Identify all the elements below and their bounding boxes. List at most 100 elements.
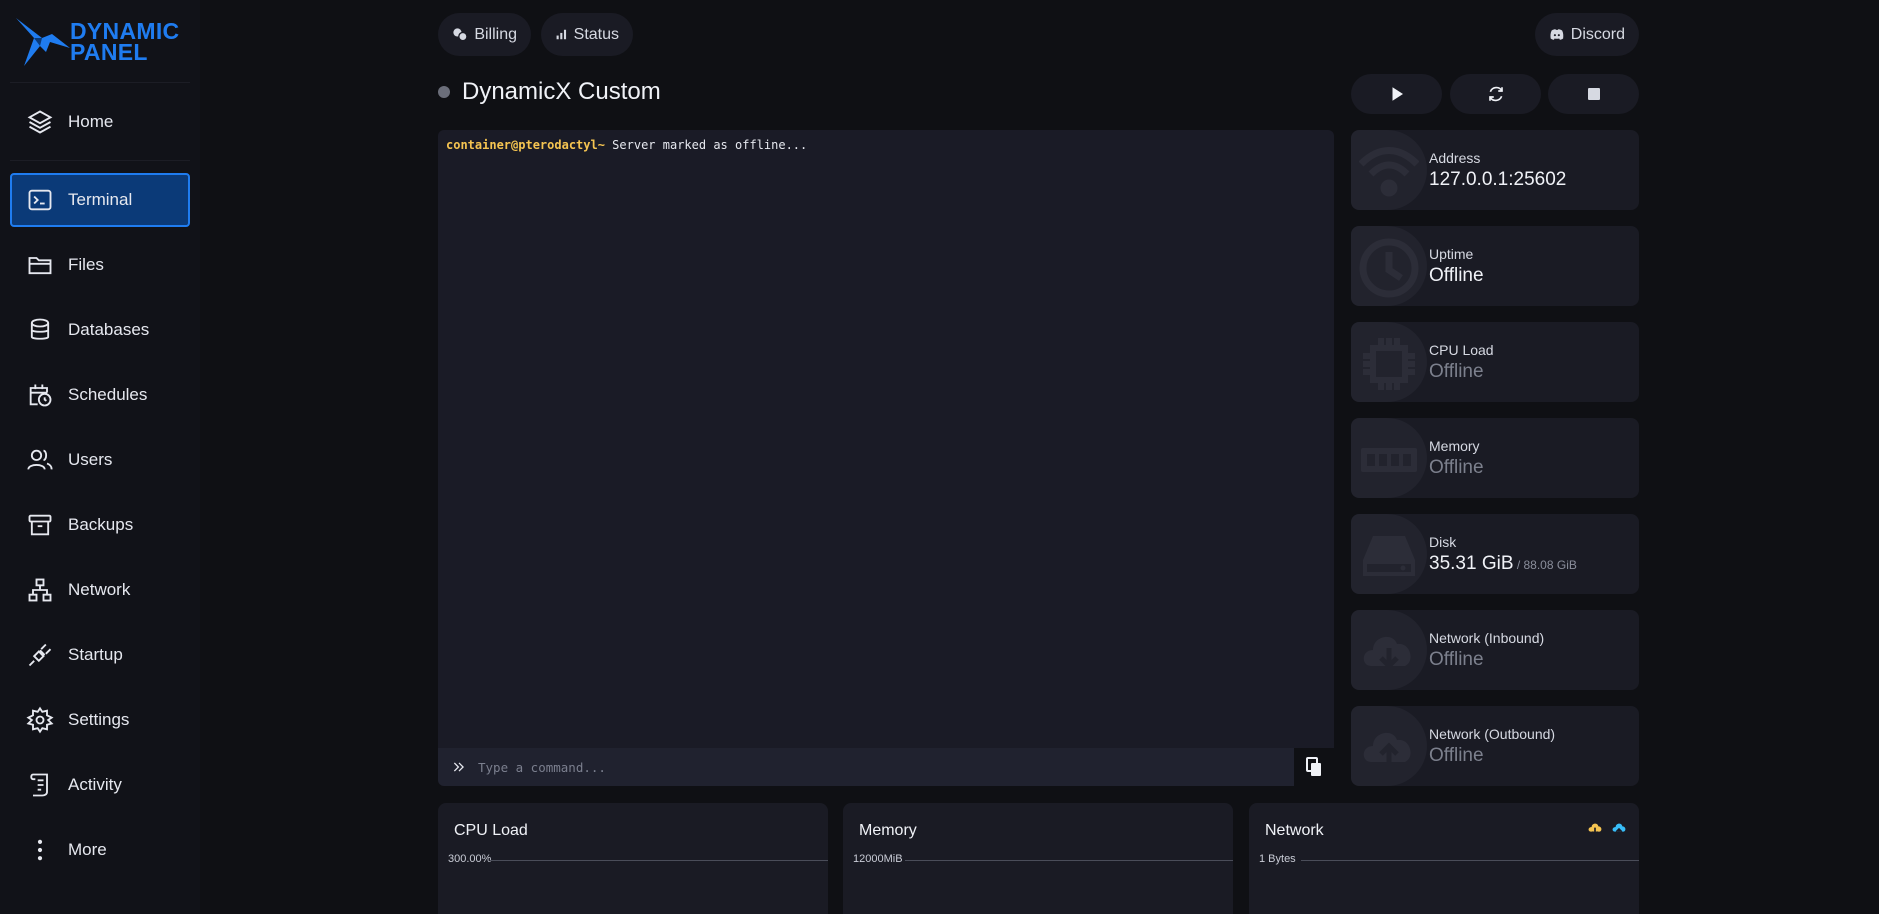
sidebar-item-terminal[interactable]: Terminal xyxy=(10,173,190,227)
stat-card-address: Address 127.0.0.1:25602 xyxy=(1351,130,1639,210)
sidebar-item-label: More xyxy=(68,840,107,859)
graph-title: Network xyxy=(1265,822,1324,839)
sidebar-item-schedules[interactable]: Schedules xyxy=(10,368,190,422)
coins-icon xyxy=(453,28,468,42)
stat-card-network-outbound: Network (Outbound) Offline xyxy=(1351,706,1639,786)
sidebar-item-settings[interactable]: Settings xyxy=(10,693,190,747)
archive-icon xyxy=(28,514,52,536)
billing-button[interactable]: Billing xyxy=(438,13,531,56)
sidebar-item-label: Startup xyxy=(68,645,123,664)
sidebar-item-label: Home xyxy=(68,112,114,131)
graph-axis-max: 1 Bytes xyxy=(1259,853,1296,865)
terminal-icon xyxy=(28,189,52,211)
graph-card-network: Network 1 Bytes xyxy=(1249,803,1639,914)
sidebar-item-label: Files xyxy=(68,255,104,274)
sidebar-item-more[interactable]: More xyxy=(10,823,190,877)
terminal-message: Server marked as offline... xyxy=(604,138,808,152)
sidebar-item-home[interactable]: Home xyxy=(10,95,190,149)
calendar-clock-icon xyxy=(29,384,52,407)
sidebar-item-label: Schedules xyxy=(68,385,148,404)
sidebar-item-label: Backups xyxy=(68,515,134,534)
command-input[interactable] xyxy=(478,759,1238,775)
server-name: DynamicX Custom xyxy=(462,78,661,105)
graph-card-memory: Memory 12000MiB xyxy=(843,803,1233,914)
clock-icon xyxy=(1359,238,1419,298)
terminal-line: container@pterodactyl~ Server marked as … xyxy=(446,138,807,152)
graph-axis-max: 12000MiB xyxy=(853,853,903,865)
sidebar-item-network[interactable]: Network xyxy=(10,563,190,617)
copy-icon[interactable] xyxy=(1304,756,1324,778)
cpu-icon xyxy=(1363,338,1415,390)
sidebar-item-backups[interactable]: Backups xyxy=(10,498,190,552)
sidebar-item-label: Databases xyxy=(68,320,150,339)
sidebar-divider xyxy=(10,82,190,83)
stat-label: Disk xyxy=(1429,534,1457,550)
logo[interactable]: DYNAMIC PANEL xyxy=(12,12,194,72)
graph-axis-max: 300.00% xyxy=(448,853,492,865)
cloud-upload-icon xyxy=(1612,823,1626,836)
wifi-icon xyxy=(1359,147,1419,197)
stop-button[interactable] xyxy=(1548,74,1639,114)
sidebar-item-label: Terminal xyxy=(68,190,133,209)
network-icon xyxy=(28,578,52,602)
folder-icon xyxy=(28,257,52,275)
cloud-upload-icon xyxy=(1363,732,1411,764)
sidebar-item-databases[interactable]: Databases xyxy=(10,303,190,357)
start-button[interactable] xyxy=(1351,74,1442,114)
stat-value: Offline xyxy=(1429,361,1484,382)
cloud-download-icon xyxy=(1363,636,1411,670)
logo-text: DYNAMIC PANEL xyxy=(70,18,180,65)
restart-button[interactable] xyxy=(1450,74,1541,114)
sidebar-item-label: Activity xyxy=(68,775,122,794)
stat-card-disk: Disk 35.31 GiB / 88.08 GiB xyxy=(1351,514,1639,594)
graph-gridline xyxy=(490,860,828,861)
stat-label: Address xyxy=(1429,150,1481,166)
stat-label: CPU Load xyxy=(1429,342,1494,358)
server-status-dot xyxy=(438,86,450,98)
stat-value: Offline xyxy=(1429,649,1484,670)
stat-value: Offline xyxy=(1429,457,1484,478)
sidebar-divider xyxy=(10,160,190,161)
play-icon xyxy=(1392,87,1403,101)
cloud-download-icon xyxy=(1588,823,1602,836)
stat-label: Network (Outbound) xyxy=(1429,726,1556,742)
server-title: DynamicX Custom xyxy=(438,78,661,106)
sidebar: DYNAMIC PANEL Home Terminal Files Databa… xyxy=(0,0,200,914)
refresh-icon xyxy=(1488,86,1503,102)
sidebar-item-files[interactable]: Files xyxy=(10,238,190,292)
sidebar-item-label: Settings xyxy=(68,710,130,729)
stop-icon xyxy=(1587,88,1600,100)
chevrons-right-icon xyxy=(453,762,464,772)
status-button[interactable]: Status xyxy=(541,13,633,56)
gear-icon xyxy=(26,706,54,734)
plug-icon xyxy=(28,643,52,667)
stat-label: Memory xyxy=(1429,438,1480,454)
sidebar-item-startup[interactable]: Startup xyxy=(10,628,190,682)
command-bar xyxy=(438,748,1294,786)
graph-title: Memory xyxy=(859,822,917,839)
graph-title: CPU Load xyxy=(454,822,528,839)
stat-card-uptime: Uptime Offline xyxy=(1351,226,1639,306)
stat-label: Uptime xyxy=(1429,246,1474,262)
memory-icon xyxy=(1361,448,1417,472)
stat-value: Offline xyxy=(1429,745,1484,766)
discord-button[interactable]: Discord xyxy=(1535,13,1639,56)
stat-value[interactable]: 127.0.0.1:25602 xyxy=(1429,169,1566,191)
stat-card-memory: Memory Offline xyxy=(1351,418,1639,498)
database-icon xyxy=(30,318,50,340)
graph-card-cpu: CPU Load 300.00% xyxy=(438,803,828,914)
disk-used: 35.31 GiB xyxy=(1429,553,1514,574)
sidebar-item-users[interactable]: Users xyxy=(10,433,190,487)
sidebar-item-label: Network xyxy=(68,580,131,599)
bar-chart-icon xyxy=(556,29,567,40)
stat-value: 35.31 GiB / 88.08 GiB xyxy=(1429,553,1577,575)
graph-gridline xyxy=(1301,860,1639,861)
sidebar-item-activity[interactable]: Activity xyxy=(10,758,190,812)
stat-value: Offline xyxy=(1429,265,1484,286)
graph-gridline xyxy=(905,860,1233,861)
stat-label: Network (Inbound) xyxy=(1429,630,1545,646)
stat-card-cpu: CPU Load Offline xyxy=(1351,322,1639,402)
terminal-output[interactable]: container@pterodactyl~ Server marked as … xyxy=(438,130,1334,748)
terminal-prompt: container@pterodactyl~ xyxy=(446,138,605,152)
pterodactyl-logo-icon xyxy=(16,18,70,66)
